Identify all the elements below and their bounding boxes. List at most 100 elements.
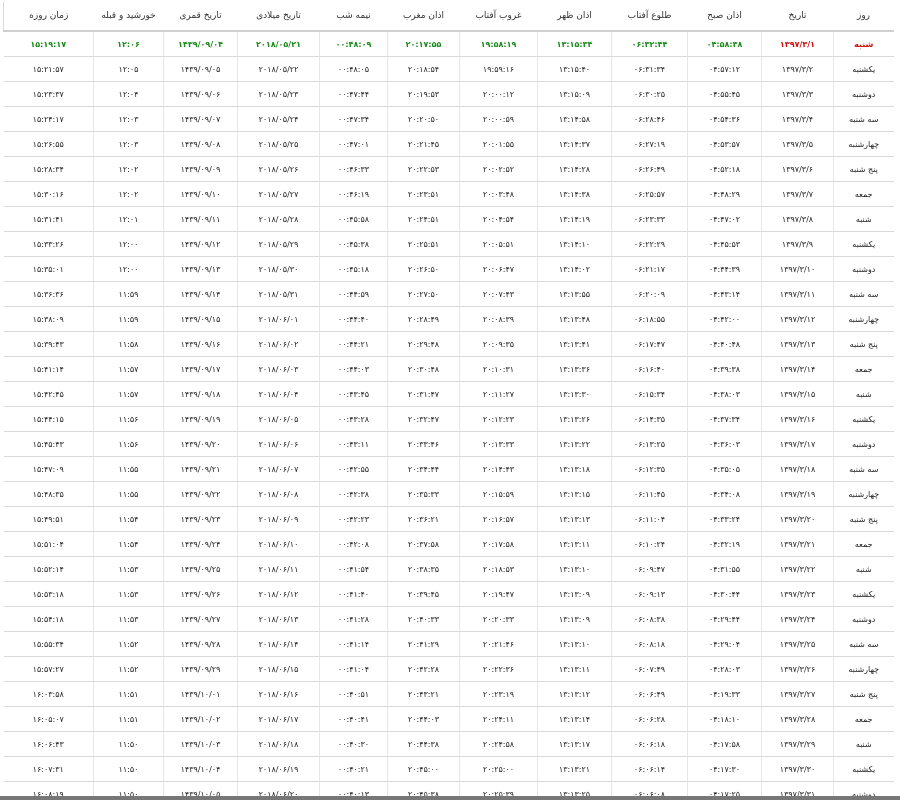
cell-date: ۱۳۹۷/۳/۲۴	[761, 606, 834, 632]
cell-fasting-time: ۱۵:۱۹:۱۷	[3, 30, 94, 57]
cell-maghrib: ۲۰:۲۶:۵۰	[387, 256, 460, 282]
cell-midnight: ۰۰:۴۲:۳۸	[319, 481, 388, 507]
cell-midnight: ۰۰:۴۸:۰۵	[319, 56, 388, 82]
cell-maghrib: ۲۰:۳۱:۴۷	[387, 381, 460, 407]
cell-hijri-date: ۱۴۳۹/۰۹/۲۶	[163, 581, 238, 607]
cell-maghrib: ۲۰:۲۹:۴۸	[387, 331, 460, 357]
cell-sunset: ۲۰:۰۷:۴۳	[459, 281, 538, 307]
cell-midnight: ۰۰:۴۷:۴۴	[319, 81, 388, 107]
cell-sunrise: ۰۶:۰۸:۱۸	[611, 631, 688, 657]
cell-fajr: ۰۴:۵۴:۳۶	[687, 106, 762, 132]
cell-qibla-sun: ۱۲:۰۵	[93, 56, 164, 82]
cell-midnight: ۰۰:۴۱:۴۰	[319, 581, 388, 607]
cell-fajr: ۰۴:۳۷:۳۴	[687, 406, 762, 432]
prayer-times-page: روز تاریخ اذان صبح طلوع آفتاب اذان ظهر غروب آ…	[0, 0, 900, 800]
cell-date: ۱۳۹۷/۳/۱۶	[761, 406, 834, 432]
cell-day: جمعه	[833, 181, 894, 207]
cell-gregorian-date: ۲۰۱۸/۰۵/۲۸	[237, 206, 320, 232]
cell-midnight: ۰۰:۴۰:۴۱	[319, 706, 388, 732]
cell-fasting-time: ۱۵:۳۶:۳۶	[3, 281, 94, 307]
cell-gregorian-date: ۲۰۱۸/۰۶/۰۳	[237, 356, 320, 382]
cell-gregorian-date: ۲۰۱۸/۰۶/۱۴	[237, 631, 320, 657]
cell-sunrise: ۰۶:۰۷:۴۹	[611, 656, 688, 682]
cell-sunrise: ۰۶:۱۷:۴۷	[611, 331, 688, 357]
cell-fajr: ۰۴:۳۲:۱۹	[687, 531, 762, 557]
cell-fajr: ۰۴:۲۸:۰۳	[687, 656, 762, 682]
cell-hijri-date: ۱۴۳۹/۰۹/۱۷	[163, 356, 238, 382]
cell-hijri-date: ۱۴۳۹/۱۰/۰۳	[163, 731, 238, 757]
cell-fajr: ۰۴:۴۰:۴۸	[687, 331, 762, 357]
cell-day: پنج شنبه	[833, 331, 894, 357]
column-header-fasting-time: زمان روزه	[3, 2, 94, 32]
cell-maghrib: ۲۰:۲۵:۵۱	[387, 231, 460, 257]
table-row: چهارشنبه ۱۳۹۷/۳/۲۶ ۰۴:۲۸:۰۳ ۰۶:۰۷:۴۹ ۱۳:۱۳:۱…	[3, 656, 894, 682]
cell-date: ۱۳۹۷/۳/۱۲	[761, 306, 834, 332]
cell-maghrib: ۲۰:۳۴:۴۴	[387, 456, 460, 482]
cell-dhuhr: ۱۳:۱۳:۱۷	[537, 731, 612, 757]
cell-fajr: ۰۴:۳۱:۵۵	[687, 556, 762, 582]
cell-dhuhr: ۱۳:۱۴:۱۰	[537, 231, 612, 257]
cell-hijri-date: ۱۴۳۹/۰۹/۲۱	[163, 456, 238, 482]
column-header-sunset: غروب آفتاب	[459, 2, 538, 32]
cell-fajr: ۰۴:۴۴:۳۹	[687, 256, 762, 282]
cell-fasting-time: ۱۵:۲۴:۱۷	[3, 106, 94, 132]
cell-sunset: ۱۹:۵۹:۱۶	[459, 56, 538, 82]
cell-hijri-date: ۱۴۳۹/۰۹/۱۲	[163, 231, 238, 257]
cell-midnight: ۰۰:۴۱:۵۴	[319, 556, 388, 582]
cell-fasting-time: ۱۵:۵۴:۱۸	[3, 606, 94, 632]
cell-sunset: ۲۰:۲۵:۰۰	[459, 756, 538, 782]
cell-hijri-date: ۱۴۳۹/۰۹/۰۷	[163, 106, 238, 132]
cell-sunset: ۲۰:۱۵:۵۹	[459, 481, 538, 507]
cell-qibla-sun: ۱۱:۵۵	[93, 456, 164, 482]
table-body: شنبه ۱۳۹۷/۳/۱ ۰۴:۵۸:۳۸ ۰۶:۳۲:۴۴ ۱۳:۱۵:۳۴ ۱۹:۵…	[3, 30, 894, 800]
table-row: چهارشنبه ۱۳۹۷/۳/۱۲ ۰۴:۴۲:۰۰ ۰۶:۱۸:۵۵ ۱۳:۱۳:۴…	[3, 306, 894, 332]
cell-maghrib: ۲۰:۲۷:۵۰	[387, 281, 460, 307]
cell-qibla-sun: ۱۲:۰۲	[93, 181, 164, 207]
cell-qibla-sun: ۱۱:۵۴	[93, 506, 164, 532]
cell-maghrib: ۲۰:۴۴:۰۳	[387, 706, 460, 732]
cell-gregorian-date: ۲۰۱۸/۰۶/۱۶	[237, 681, 320, 707]
cell-sunrise: ۰۶:۱۸:۵۵	[611, 306, 688, 332]
cell-fasting-time: ۱۵:۲۱:۵۷	[3, 56, 94, 82]
cell-midnight: ۰۰:۴۱:۱۴	[319, 631, 388, 657]
cell-hijri-date: ۱۴۳۹/۰۹/۱۶	[163, 331, 238, 357]
horizontal-scrollbar[interactable]	[0, 796, 900, 800]
cell-date: ۱۳۹۷/۳/۱۱	[761, 281, 834, 307]
cell-sunrise: ۰۶:۳۱:۳۴	[611, 56, 688, 82]
cell-midnight: ۰۰:۴۴:۲۱	[319, 331, 388, 357]
cell-fasting-time: ۱۵:۳۳:۲۶	[3, 231, 94, 257]
table-row: جمعه ۱۳۹۷/۳/۲۱ ۰۴:۳۲:۱۹ ۰۶:۱۰:۲۴ ۱۳:۱۳:۱۱ ۲۰:…	[3, 531, 894, 557]
cell-gregorian-date: ۲۰۱۸/۰۶/۰۸	[237, 481, 320, 507]
cell-date: ۱۳۹۷/۳/۳	[761, 81, 834, 107]
cell-fajr: ۰۴:۴۸:۲۹	[687, 181, 762, 207]
cell-qibla-sun: ۱۱:۵۱	[93, 681, 164, 707]
cell-gregorian-date: ۲۰۱۸/۰۵/۲۷	[237, 181, 320, 207]
cell-gregorian-date: ۲۰۱۸/۰۶/۱۲	[237, 581, 320, 607]
cell-qibla-sun: ۱۱:۵۰	[93, 756, 164, 782]
cell-date: ۱۳۹۷/۳/۲۲	[761, 556, 834, 582]
cell-sunset: ۲۰:۰۵:۵۱	[459, 231, 538, 257]
cell-hijri-date: ۱۴۳۹/۰۹/۲۰	[163, 431, 238, 457]
column-header-fajr: اذان صبح	[687, 2, 762, 32]
prayer-times-table: روز تاریخ اذان صبح طلوع آفتاب اذان ظهر غروب آ…	[3, 2, 894, 800]
cell-midnight: ۰۰:۴۱:۲۸	[319, 606, 388, 632]
cell-midnight: ۰۰:۴۰:۳۰	[319, 731, 388, 757]
cell-day: شنبه	[833, 206, 894, 232]
cell-day: شنبه	[833, 381, 894, 407]
cell-qibla-sun: ۱۱:۵۲	[93, 631, 164, 657]
cell-date: ۱۳۹۷/۳/۲۸	[761, 706, 834, 732]
cell-fasting-time: ۱۵:۴۱:۱۴	[3, 356, 94, 382]
cell-fasting-time: ۱۵:۲۳:۳۷	[3, 81, 94, 107]
cell-sunrise: ۰۶:۰۶:۴۹	[611, 681, 688, 707]
cell-gregorian-date: ۲۰۱۸/۰۵/۲۶	[237, 156, 320, 182]
cell-sunset: ۱۹:۵۸:۱۹	[459, 30, 538, 57]
cell-fajr: ۰۴:۳۹:۳۸	[687, 356, 762, 382]
cell-sunset: ۲۰:۰۶:۴۷	[459, 256, 538, 282]
cell-fasting-time: ۱۵:۴۸:۳۵	[3, 481, 94, 507]
cell-qibla-sun: ۱۱:۵۹	[93, 281, 164, 307]
cell-date: ۱۳۹۷/۳/۱۴	[761, 356, 834, 382]
cell-day: جمعه	[833, 706, 894, 732]
cell-hijri-date: ۱۴۳۹/۱۰/۰۲	[163, 706, 238, 732]
cell-day: دوشنبه	[833, 256, 894, 282]
cell-maghrib: ۲۰:۱۷:۵۵	[387, 30, 460, 57]
